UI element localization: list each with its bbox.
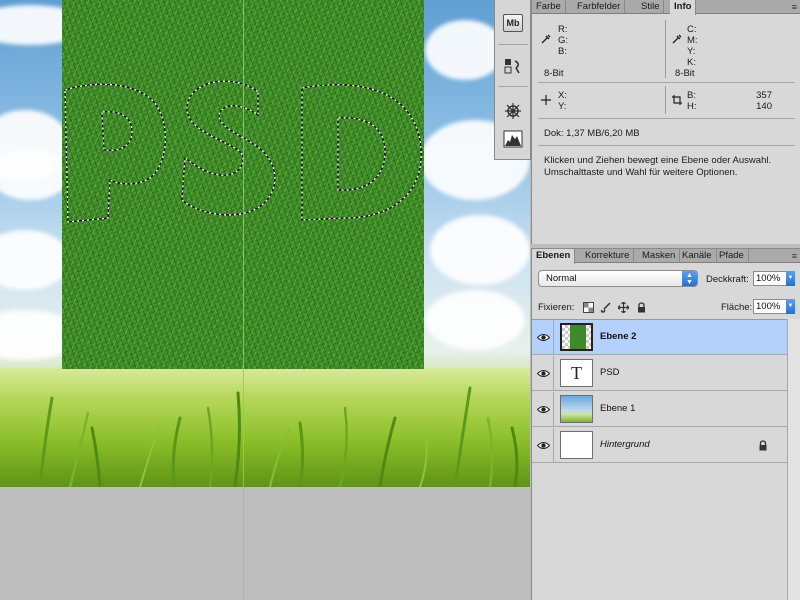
info-panel: Farbe Farbfelder Stile Info ≡ R: G: B: 8… xyxy=(531,0,800,244)
layer-row-ebene-1[interactable]: Ebene 1 xyxy=(532,392,787,427)
collapsed-panel-strip: Mb xyxy=(494,0,531,160)
layer-row-ebene-2[interactable]: Ebene 2 xyxy=(532,320,787,355)
info-divider xyxy=(538,82,795,83)
visibility-eye-icon[interactable] xyxy=(534,356,554,391)
crosshair-icon xyxy=(541,95,551,105)
info-divider xyxy=(665,20,666,78)
info-g-label: G: xyxy=(558,35,569,46)
histogram-icon[interactable] xyxy=(501,128,525,150)
history-glyph xyxy=(504,59,520,74)
navigator-icon[interactable] xyxy=(501,100,525,122)
layer-list: Ebene 2 T PSD Ebene 1 Hintergrund xyxy=(532,319,787,600)
info-height-label: H: xyxy=(687,101,697,112)
info-rgb-bitdepth: 8-Bit xyxy=(544,68,564,79)
info-cmyk-bitdepth: 8-Bit xyxy=(675,68,695,79)
tab-farbfelder[interactable]: Farbfelder xyxy=(573,0,626,14)
blend-mode-select[interactable]: Normal ▲ ▼ xyxy=(538,270,698,287)
strip-divider xyxy=(498,44,528,45)
layer-lock-icon xyxy=(759,440,767,451)
layer-list-scrollbar[interactable] xyxy=(787,319,800,600)
visibility-eye-icon[interactable] xyxy=(534,428,554,463)
tab-korrekturen[interactable]: Korrekture xyxy=(581,249,635,263)
info-height-value: 140 xyxy=(756,101,772,112)
fill-dropdown-icon[interactable]: ▼ xyxy=(786,299,795,314)
layer-row-hintergrund[interactable]: Hintergrund xyxy=(532,428,787,463)
select-arrows-icon: ▲ ▼ xyxy=(682,271,697,286)
layer-name: PSD xyxy=(600,367,620,378)
info-x-label: X: xyxy=(558,90,567,101)
layer-row-psd[interactable]: T PSD xyxy=(532,356,787,391)
strip-divider xyxy=(498,86,528,87)
info-hint-line-1: Klicken und Ziehen bewegt eine Ebene ode… xyxy=(544,155,772,166)
eyedropper-icon xyxy=(672,34,682,44)
selection-size-icon xyxy=(672,95,682,105)
info-y-pos-label: Y: xyxy=(558,101,567,112)
panel-menu-icon[interactable]: ≡ xyxy=(783,251,797,261)
opacity-input[interactable]: 100% ▼ xyxy=(753,271,795,286)
navigator-glyph xyxy=(505,103,521,119)
fill-input[interactable]: 100% ▼ xyxy=(753,299,795,314)
vertical-guide-line[interactable] xyxy=(243,0,244,600)
document-canvas[interactable] xyxy=(0,0,530,600)
tab-farbe[interactable]: Farbe xyxy=(532,0,566,14)
marching-ants-selection xyxy=(64,80,422,223)
layers-panel: Ebenen Korrekture Masken Kanäle Pfade ≡ … xyxy=(531,248,800,600)
info-divider xyxy=(538,145,795,146)
layer-name: Ebene 1 xyxy=(600,403,636,414)
tab-stile[interactable]: Stile xyxy=(637,0,665,14)
info-panel-tabbar: Farbe Farbfelder Stile Info ≡ xyxy=(532,0,800,15)
lock-pixels-brush-icon[interactable] xyxy=(600,302,611,313)
mini-bridge-label: Mb xyxy=(503,14,523,32)
opacity-dropdown-icon[interactable]: ▼ xyxy=(786,271,795,286)
opacity-value: 100% xyxy=(756,273,781,284)
blend-mode-value: Normal xyxy=(546,273,577,284)
lock-transparent-icon[interactable] xyxy=(583,302,594,313)
eyedropper-icon xyxy=(541,34,551,44)
info-m-label: M: xyxy=(687,35,698,46)
lock-label: Fixieren: xyxy=(538,302,575,313)
layer-thumbnail-white xyxy=(560,431,593,459)
info-b-label: B: xyxy=(558,46,567,57)
tab-ebenen[interactable]: Ebenen xyxy=(532,249,576,264)
history-icon[interactable] xyxy=(501,55,525,77)
info-divider xyxy=(665,86,666,114)
document-image[interactable] xyxy=(0,0,530,487)
info-width-value: 357 xyxy=(756,90,772,101)
info-divider xyxy=(538,118,795,119)
layer-thumbnail-sky-image xyxy=(560,395,593,423)
opacity-label: Deckkraft: xyxy=(706,274,749,285)
info-width-label: B: xyxy=(687,90,696,101)
lock-position-move-icon[interactable] xyxy=(618,302,629,313)
layer-thumbnail-texture xyxy=(560,323,593,351)
tab-masken[interactable]: Masken xyxy=(638,249,681,263)
info-c-label: C: xyxy=(687,24,697,35)
text-layer-thumbnail-icon: T xyxy=(560,359,593,387)
grass-blades xyxy=(38,386,519,487)
visibility-eye-icon[interactable] xyxy=(534,320,554,355)
info-hint-line-2: Umschalttaste und Wahl für weitere Optio… xyxy=(544,167,738,178)
tab-kanaele[interactable]: Kanäle xyxy=(678,249,717,263)
info-document-size: Dok: 1,37 MB/6,20 MB xyxy=(544,128,640,139)
tab-pfade[interactable]: Pfade xyxy=(715,249,749,263)
mini-bridge-icon[interactable]: Mb xyxy=(501,12,525,34)
layer-name: Ebene 2 xyxy=(600,331,637,342)
lock-all-icon[interactable] xyxy=(636,302,647,313)
fill-label: Fläche: xyxy=(721,302,753,313)
info-k-label: K: xyxy=(687,57,696,68)
panel-menu-icon[interactable]: ≡ xyxy=(783,2,797,12)
info-r-label: R: xyxy=(558,24,568,35)
visibility-eye-icon[interactable] xyxy=(534,392,554,427)
info-y-label: Y: xyxy=(687,46,696,57)
fill-value: 100% xyxy=(756,301,781,312)
layers-panel-tabbar: Ebenen Korrekture Masken Kanäle Pfade ≡ xyxy=(532,249,800,264)
histogram-glyph xyxy=(503,130,523,148)
layer-name: Hintergrund xyxy=(600,439,650,450)
tab-info[interactable]: Info xyxy=(670,0,697,15)
